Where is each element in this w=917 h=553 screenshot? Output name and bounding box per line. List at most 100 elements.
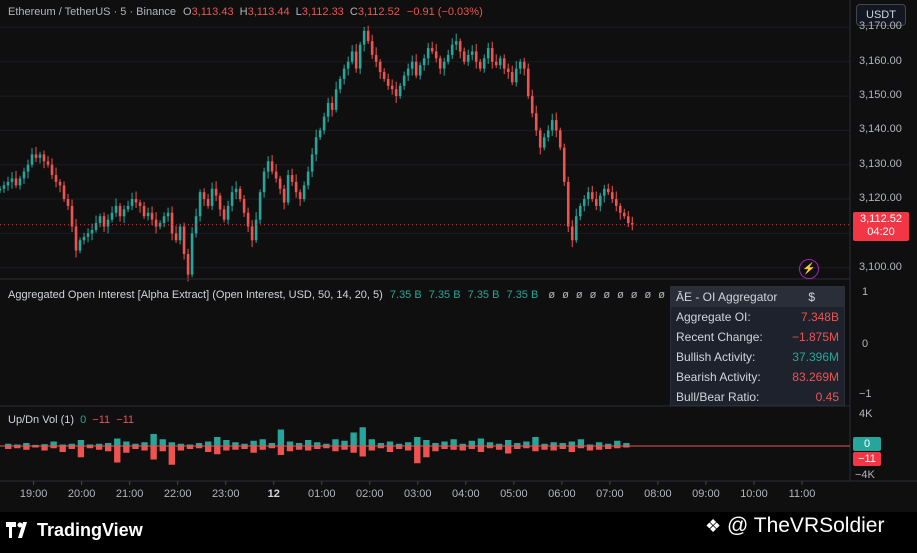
candle[interactable] (442, 61, 446, 69)
candle[interactable] (62, 185, 66, 200)
candle[interactable] (470, 51, 474, 55)
candle[interactable] (38, 154, 42, 158)
candle[interactable] (170, 212, 174, 234)
candle[interactable] (150, 212, 154, 220)
candle[interactable] (138, 202, 142, 206)
candle[interactable] (262, 171, 266, 193)
candle[interactable] (302, 185, 306, 200)
candle[interactable] (342, 68, 346, 79)
candle[interactable] (290, 175, 294, 182)
candle[interactable] (202, 192, 206, 200)
candle[interactable] (394, 89, 398, 97)
candle[interactable] (66, 199, 70, 206)
candle[interactable] (286, 175, 290, 203)
candle[interactable] (266, 161, 270, 172)
candle[interactable] (410, 61, 414, 69)
candle[interactable] (494, 61, 498, 66)
symbol-header[interactable]: Ethereum / TetherUS · 5 · Binance O3,113… (8, 6, 483, 18)
candle[interactable] (98, 216, 102, 224)
candle[interactable] (462, 51, 466, 62)
candle[interactable] (146, 212, 150, 217)
candle[interactable] (78, 240, 82, 251)
candlestick-series[interactable] (0, 25, 634, 282)
candle[interactable] (406, 68, 410, 76)
candle[interactable] (318, 130, 322, 138)
candle[interactable] (566, 181, 570, 227)
candle[interactable] (422, 58, 426, 66)
candle[interactable] (154, 219, 158, 227)
candle[interactable] (74, 226, 78, 251)
candle[interactable] (398, 85, 402, 97)
candle[interactable] (466, 54, 470, 62)
candle[interactable] (310, 154, 314, 172)
candle[interactable] (230, 192, 234, 206)
candle[interactable] (126, 205, 130, 210)
candle[interactable] (350, 51, 354, 62)
candle[interactable] (142, 205, 146, 217)
candle[interactable] (114, 205, 118, 213)
candle[interactable] (558, 130, 562, 148)
candle[interactable] (18, 178, 22, 186)
candle[interactable] (482, 58, 486, 69)
candle[interactable] (54, 175, 58, 182)
candle[interactable] (334, 89, 338, 110)
candle[interactable] (402, 75, 406, 86)
candle[interactable] (626, 216, 630, 224)
candle[interactable] (486, 48, 490, 59)
candle[interactable] (550, 120, 554, 131)
candle[interactable] (14, 178, 18, 186)
candle[interactable] (378, 61, 382, 73)
candle[interactable] (134, 199, 138, 203)
candle[interactable] (534, 113, 538, 131)
lightning-icon[interactable]: ⚡ (799, 259, 819, 279)
candle[interactable] (438, 58, 442, 69)
candle[interactable] (130, 199, 134, 206)
candle[interactable] (574, 216, 578, 241)
candle[interactable] (546, 130, 550, 138)
candle[interactable] (26, 164, 30, 172)
candle[interactable] (510, 72, 514, 83)
candle[interactable] (0, 188, 2, 191)
candle[interactable] (190, 233, 194, 275)
candle[interactable] (338, 78, 342, 90)
candle[interactable] (162, 216, 166, 224)
candle[interactable] (578, 205, 582, 217)
candle[interactable] (186, 253, 190, 275)
candle[interactable] (598, 195, 602, 206)
candle[interactable] (554, 120, 558, 131)
candle[interactable] (22, 171, 26, 179)
candle[interactable] (166, 212, 170, 217)
candle[interactable] (614, 199, 618, 206)
candle[interactable] (294, 181, 298, 193)
candle[interactable] (502, 58, 506, 69)
candle[interactable] (606, 188, 610, 193)
candle[interactable] (582, 199, 586, 206)
candle[interactable] (618, 205, 622, 213)
candle[interactable] (70, 205, 74, 227)
candle[interactable] (538, 130, 542, 148)
candle[interactable] (374, 54, 378, 62)
candle[interactable] (90, 229, 94, 234)
candle[interactable] (366, 30, 370, 42)
candle[interactable] (110, 212, 114, 220)
candle[interactable] (270, 161, 274, 172)
candle[interactable] (94, 223, 98, 230)
candle[interactable] (594, 199, 598, 206)
candle[interactable] (174, 233, 178, 241)
candle[interactable] (514, 68, 518, 83)
candle[interactable] (218, 195, 222, 210)
candle[interactable] (590, 192, 594, 200)
candle[interactable] (6, 181, 10, 186)
candle[interactable] (358, 44, 362, 69)
candle[interactable] (386, 78, 390, 86)
candle[interactable] (506, 68, 510, 73)
oi-indicator-header[interactable]: Aggregated Open Interest [Alpha Extract]… (8, 289, 734, 301)
candle[interactable] (306, 171, 310, 186)
candle[interactable] (238, 188, 242, 200)
candle[interactable] (490, 48, 494, 62)
candle[interactable] (242, 199, 246, 213)
candle[interactable] (258, 192, 262, 220)
chart-canvas[interactable] (0, 0, 917, 553)
volume-indicator-header[interactable]: Up/Dn Vol (1) 0 −11 −11 (8, 414, 134, 426)
candle[interactable] (198, 192, 202, 217)
